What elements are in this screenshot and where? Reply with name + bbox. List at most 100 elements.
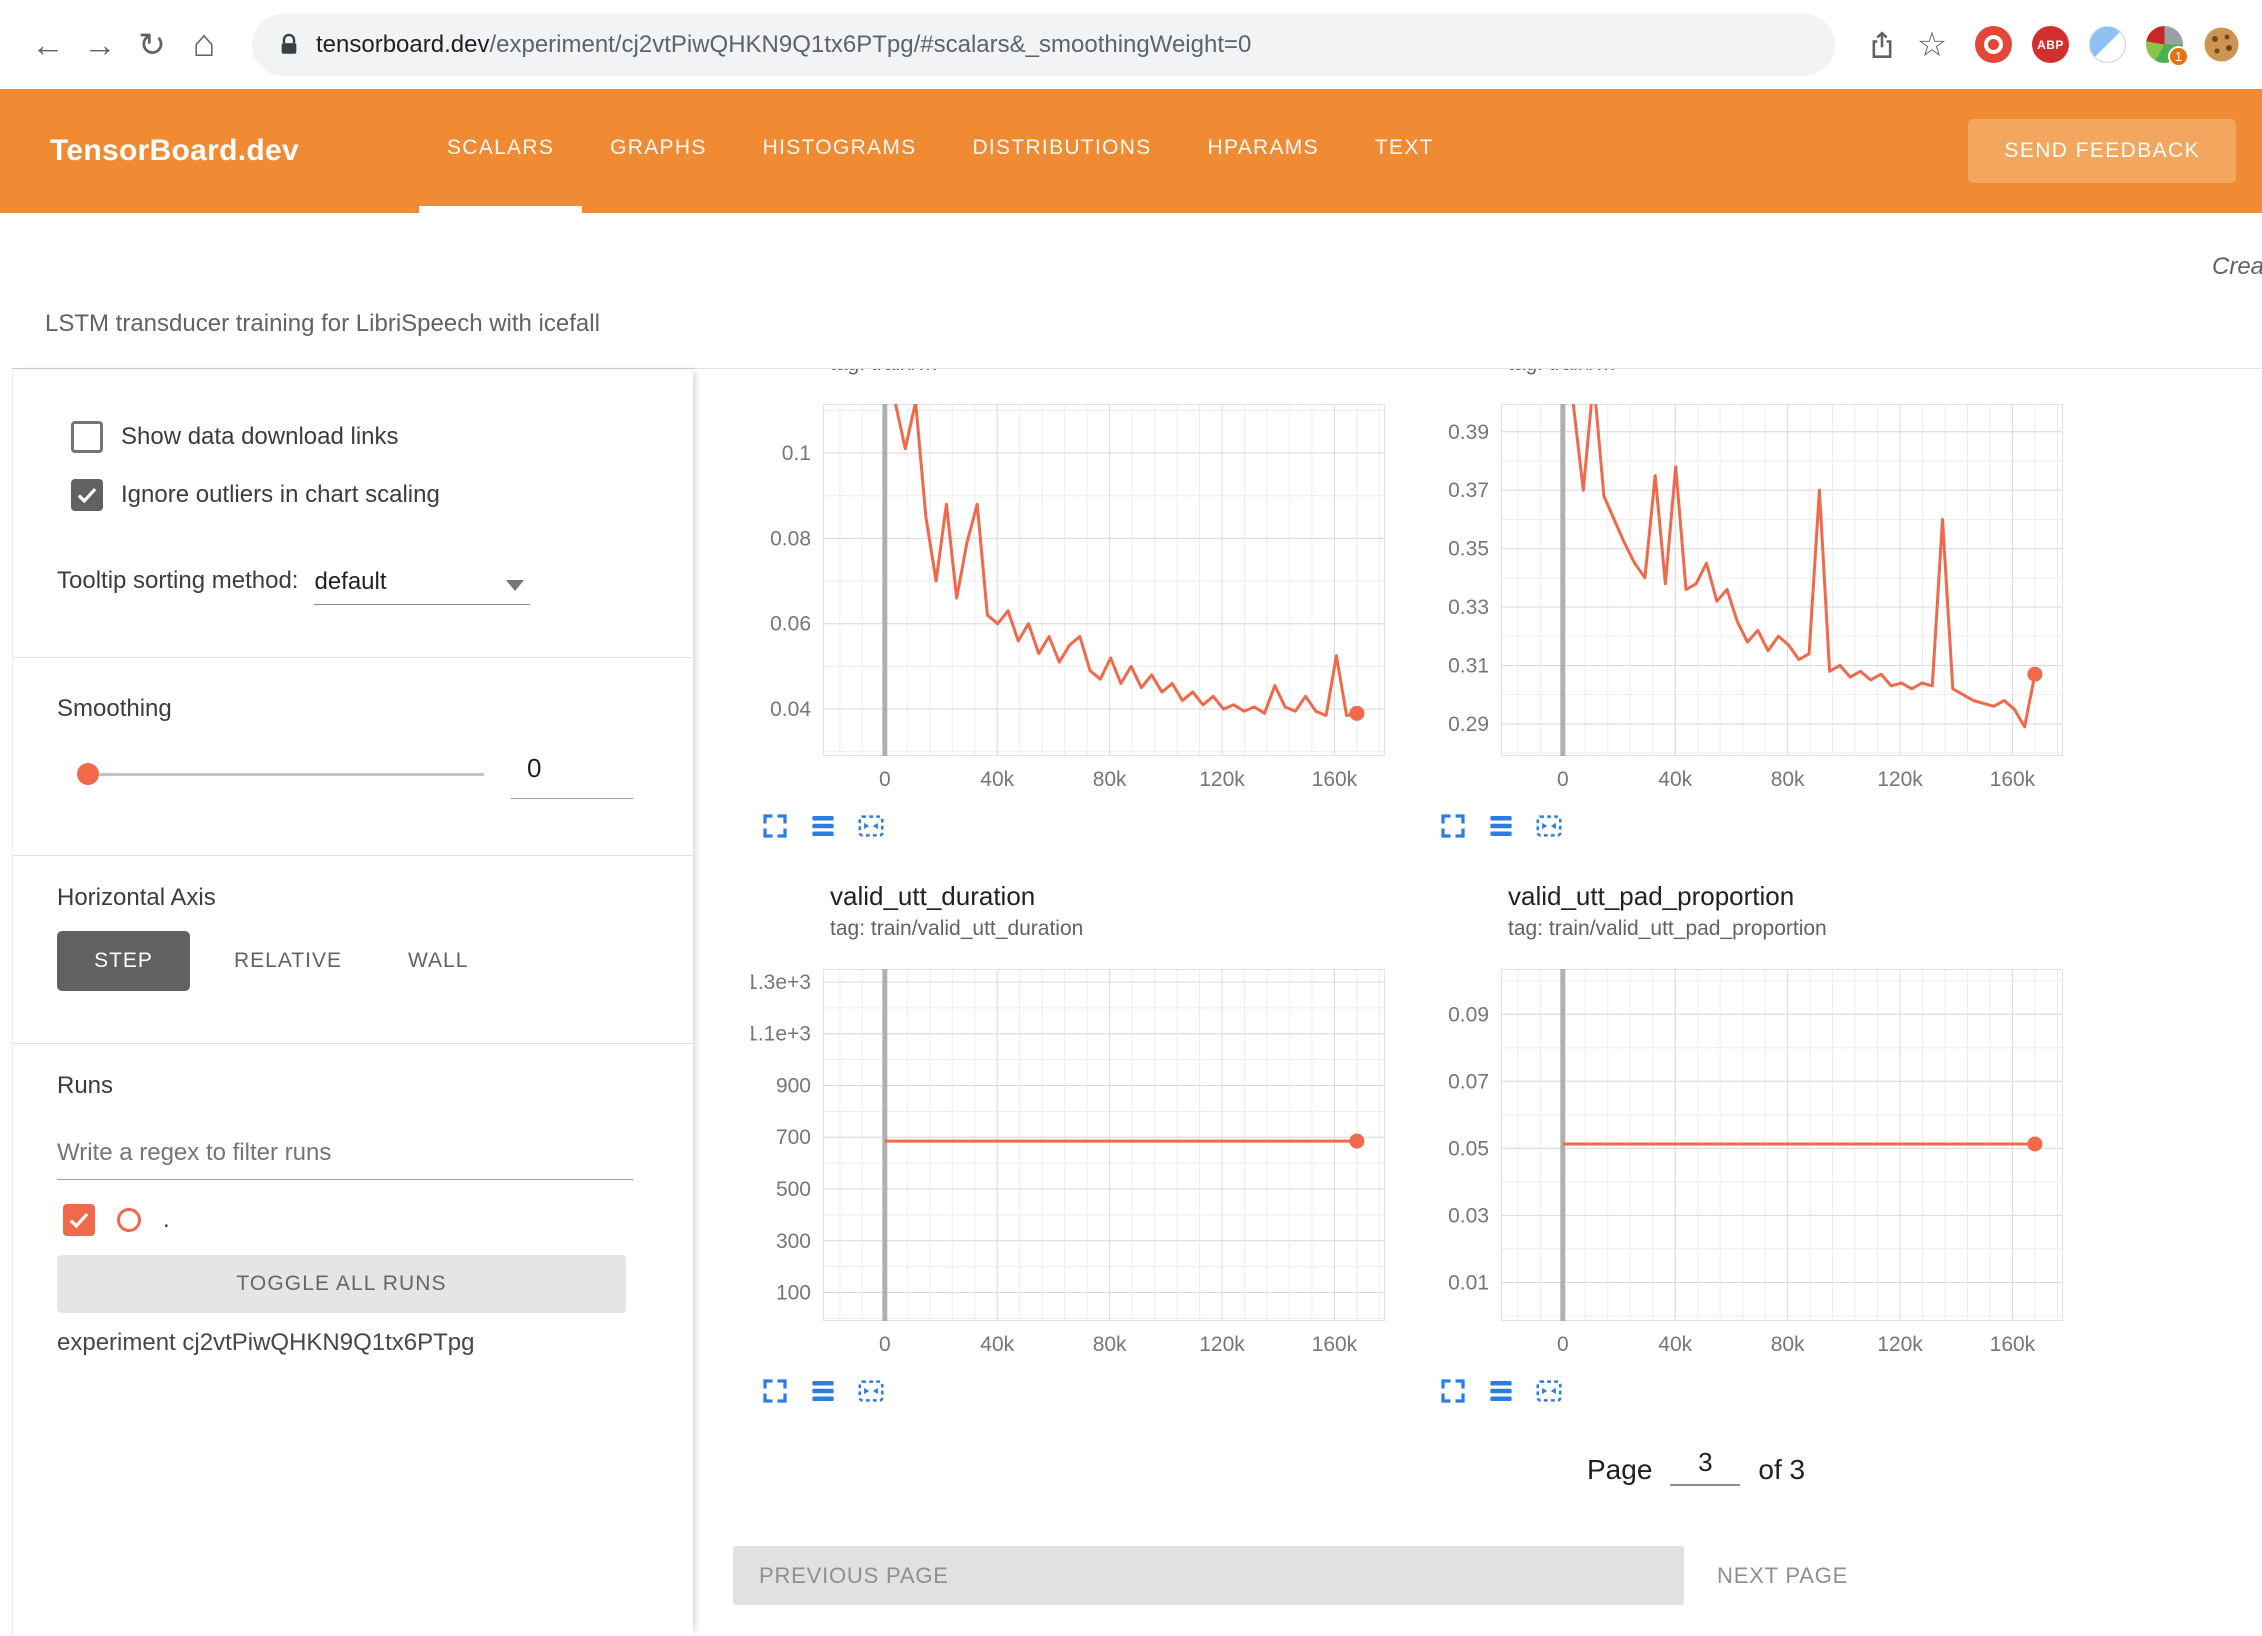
- svg-text:0.07: 0.07: [1448, 1070, 1489, 1093]
- tab-bar: SCALARS GRAPHS HISTOGRAMS DISTRIBUTIONS …: [419, 89, 1462, 213]
- fit-domain-icon[interactable]: [1533, 1375, 1565, 1407]
- toggle-y-axis-icon[interactable]: [807, 1375, 839, 1407]
- chart-title: valid_utt_pad_proportion: [1508, 881, 2079, 911]
- url-host: tensorboard.dev: [316, 31, 489, 59]
- reload-button[interactable]: ↻: [126, 19, 178, 71]
- axis-wall-button[interactable]: WALL: [386, 949, 490, 973]
- back-button[interactable]: ←: [22, 19, 74, 71]
- ignore-outliers-label: Ignore outliers in chart scaling: [121, 481, 440, 509]
- show-download-checkbox[interactable]: [71, 421, 103, 453]
- axis-step-button[interactable]: STEP: [57, 931, 190, 991]
- toggle-all-runs-button[interactable]: TOGGLE ALL RUNS: [57, 1255, 626, 1313]
- line-chart[interactable]: 040k80k120k160k0.010.030.050.070.09: [1429, 969, 2071, 1361]
- runs-label: Runs: [57, 1072, 113, 1100]
- svg-text:0.39: 0.39: [1448, 421, 1489, 444]
- line-chart[interactable]: 040k80k120k160k0.040.060.080.1: [751, 404, 1393, 796]
- created-label: Crea: [2212, 253, 2262, 281]
- home-button[interactable]: ⌂: [178, 19, 230, 71]
- svg-text:120k: 120k: [1877, 768, 1923, 791]
- svg-text:40k: 40k: [1658, 768, 1692, 791]
- toggle-y-axis-icon[interactable]: [1485, 1375, 1517, 1407]
- svg-text:0.05: 0.05: [1448, 1137, 1489, 1160]
- svg-text:0.01: 0.01: [1448, 1271, 1489, 1294]
- expand-chart-icon[interactable]: [1437, 1375, 1469, 1407]
- run-row[interactable]: .: [63, 1204, 170, 1236]
- show-download-label: Show data download links: [121, 423, 399, 451]
- address-bar[interactable]: tensorboard.dev/experiment/cj2vtPiwQHKN9…: [252, 14, 1835, 76]
- svg-text:500: 500: [776, 1178, 811, 1201]
- smoothing-value-input[interactable]: 0: [511, 753, 633, 799]
- expand-chart-icon[interactable]: [759, 810, 791, 842]
- tooltip-sorting-dropdown[interactable]: default: [314, 568, 530, 605]
- smoothing-slider[interactable]: [77, 761, 484, 787]
- tooltip-sorting-row: Tooltip sorting method: default: [57, 567, 530, 605]
- fit-domain-icon[interactable]: [855, 1375, 887, 1407]
- tab-hparams[interactable]: HPARAMS: [1180, 89, 1347, 213]
- cookie-extension-icon[interactable]: [2203, 26, 2240, 63]
- svg-text:160k: 160k: [1990, 1333, 2036, 1356]
- show-download-row[interactable]: Show data download links: [71, 421, 399, 453]
- page-number-input[interactable]: 3: [1670, 1447, 1740, 1486]
- chart-toolbar: [759, 810, 1401, 842]
- run-name: .: [163, 1206, 170, 1234]
- previous-page-button[interactable]: PREVIOUS PAGE: [733, 1546, 1684, 1605]
- tab-text[interactable]: TEXT: [1347, 89, 1462, 213]
- abp-extension-icon[interactable]: ABP: [2032, 26, 2069, 63]
- bookmark-star-icon[interactable]: ☆: [1907, 19, 1957, 71]
- svg-text:0.03: 0.03: [1448, 1204, 1489, 1227]
- pagination: Page 3 of 3: [1587, 1447, 1805, 1486]
- extensions-row: ABP 1: [1975, 26, 2240, 63]
- expand-chart-icon[interactable]: [1437, 810, 1469, 842]
- chart-card-valid-utt-duration: valid_utt_duration tag: train/valid_utt_…: [751, 881, 1401, 1407]
- tab-histograms[interactable]: HISTOGRAMS: [735, 89, 945, 213]
- send-feedback-button[interactable]: SEND FEEDBACK: [1968, 119, 2236, 183]
- svg-text:120k: 120k: [1199, 1333, 1245, 1356]
- svg-text:40k: 40k: [980, 1333, 1014, 1356]
- line-chart[interactable]: 040k80k120k160k1003005007009001.1e+31.3e…: [751, 969, 1393, 1361]
- blue-extension-icon[interactable]: [2089, 26, 2126, 63]
- ignore-outliers-row[interactable]: Ignore outliers in chart scaling: [71, 479, 440, 511]
- horizontal-axis-label: Horizontal Axis: [57, 884, 216, 912]
- svg-text:900: 900: [776, 1074, 811, 1097]
- tensorboard-header: TensorBoard.dev SCALARS GRAPHS HISTOGRAM…: [0, 89, 2262, 213]
- toggle-y-axis-icon[interactable]: [1485, 810, 1517, 842]
- next-page-button[interactable]: NEXT PAGE: [1717, 1546, 1848, 1605]
- share-icon[interactable]: [1857, 19, 1907, 71]
- lock-icon: [278, 31, 300, 59]
- page-total-label: of 3: [1758, 1454, 1805, 1486]
- fit-domain-icon[interactable]: [855, 810, 887, 842]
- tab-scalars[interactable]: SCALARS: [419, 89, 582, 213]
- svg-text:0: 0: [1557, 768, 1569, 791]
- chart-toolbar: [1437, 810, 2079, 842]
- fit-domain-icon[interactable]: [1533, 810, 1565, 842]
- charts-area: tag: train/… 040k80k120k160k0.040.060.08…: [693, 368, 2262, 1636]
- browser-toolbar: ← → ↻ ⌂ tensorboard.dev/experiment/cj2vt…: [0, 0, 2262, 89]
- tab-graphs[interactable]: GRAPHS: [582, 89, 735, 213]
- expand-chart-icon[interactable]: [759, 1375, 791, 1407]
- forward-button[interactable]: →: [74, 19, 126, 71]
- axis-relative-button[interactable]: RELATIVE: [212, 949, 364, 973]
- runs-regex-input[interactable]: [57, 1135, 633, 1180]
- slider-thumb[interactable]: [77, 763, 99, 785]
- smoothing-label: Smoothing: [57, 695, 172, 723]
- tab-distributions[interactable]: DISTRIBUTIONS: [944, 89, 1179, 213]
- tooltip-sorting-value: default: [314, 568, 386, 595]
- toggle-y-axis-icon[interactable]: [807, 810, 839, 842]
- adblock-extension-icon[interactable]: [1975, 26, 2012, 63]
- chart-tag: tag: train/valid_utt_duration: [830, 917, 1401, 943]
- chart-card-top-left: tag: train/… 040k80k120k160k0.040.060.08…: [751, 368, 1401, 842]
- chart-card-valid-utt-pad-proportion: valid_utt_pad_proportion tag: train/vali…: [1429, 881, 2079, 1407]
- svg-text:1.3e+3: 1.3e+3: [751, 971, 811, 994]
- svg-text:0.29: 0.29: [1448, 713, 1489, 736]
- pie-extension-icon[interactable]: 1: [2146, 26, 2183, 63]
- chart-title: valid_utt_duration: [830, 881, 1401, 911]
- line-chart[interactable]: 040k80k120k160k0.290.310.330.350.370.39: [1429, 404, 2071, 796]
- ignore-outliers-checkbox[interactable]: [71, 479, 103, 511]
- svg-text:0: 0: [1557, 1333, 1569, 1356]
- slider-track[interactable]: [77, 773, 484, 776]
- horizontal-axis-buttons: STEP RELATIVE WALL: [57, 931, 490, 991]
- svg-text:700: 700: [776, 1126, 811, 1149]
- tensorboard-logo[interactable]: TensorBoard.dev: [50, 134, 299, 168]
- run-checkbox[interactable]: [63, 1204, 95, 1236]
- tooltip-sorting-label: Tooltip sorting method:: [57, 567, 298, 595]
